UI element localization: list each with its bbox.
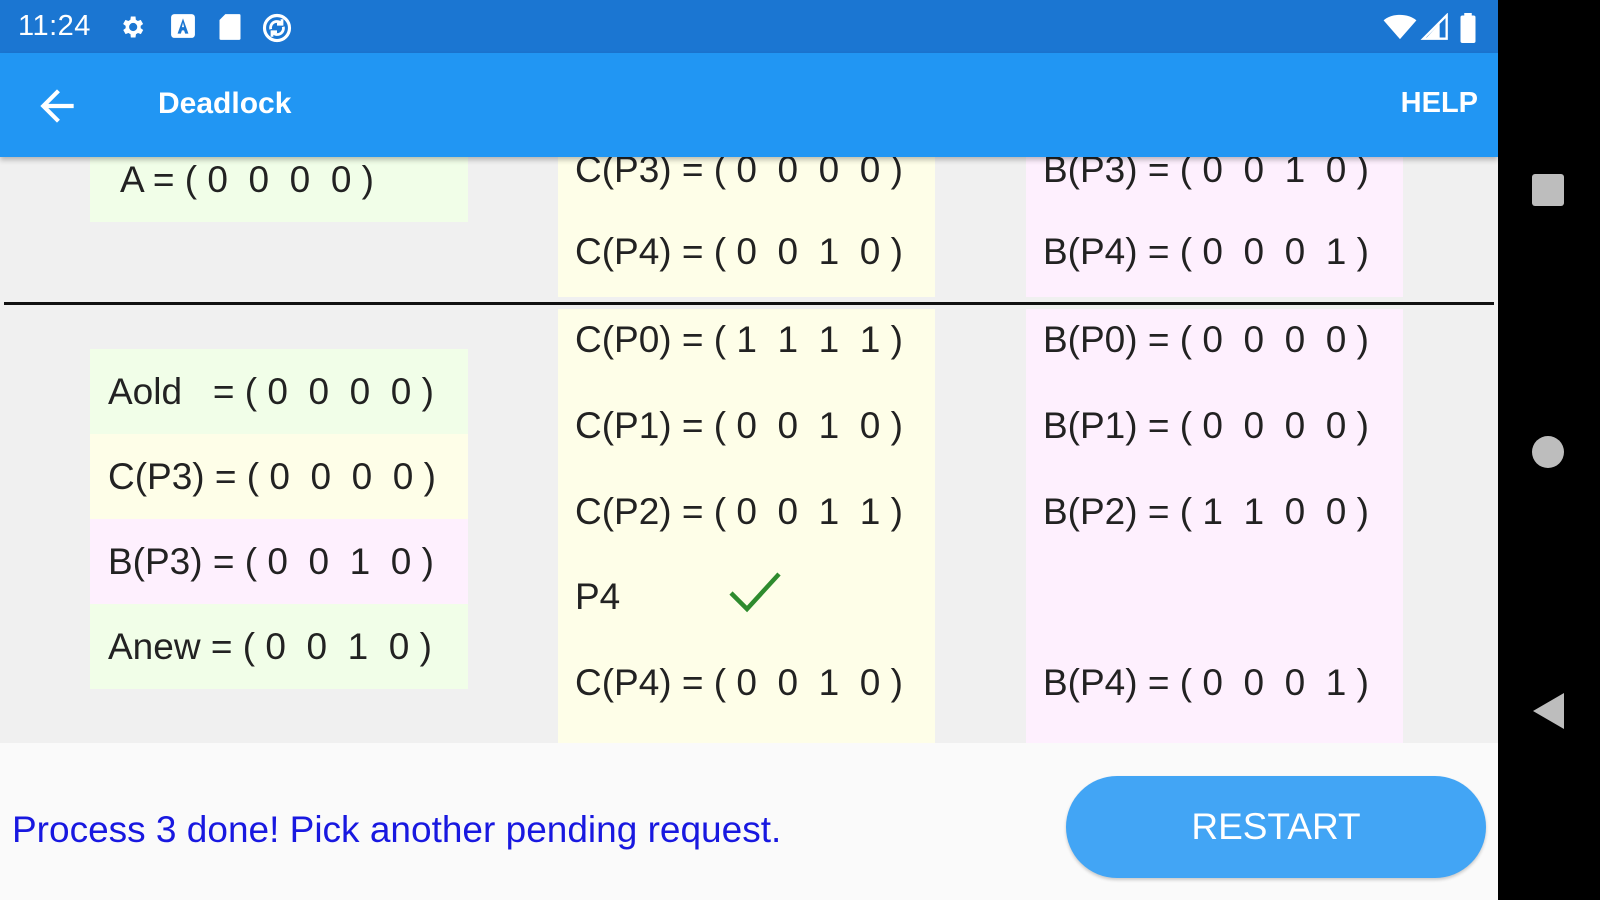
checkmark-icon [729,572,781,613]
available-vector: A = ( 0 0 0 0 ) [120,159,374,200]
status-bar: 11:24 [0,0,1498,53]
anew-vector: Anew = ( 0 0 1 0 ) [108,626,432,667]
battery-icon [1460,13,1476,43]
current-alloc-row[interactable]: C(P0) = ( 1 1 1 1 ) [575,321,903,358]
b-p3-vector: B(P3) = ( 0 0 1 0 ) [108,541,434,582]
restart-button[interactable]: RESTART [1066,776,1486,878]
app-screen: 11:24 Deadlock HELP A = (0 0 0 0) C(P3… [0,0,1498,900]
finished-process-label: P4 [575,576,621,617]
wifi-icon [1383,14,1417,40]
current-alloc-row[interactable]: C(P2) = ( 0 0 1 1 ) [575,493,903,530]
c-p3-vector: C(P3) = ( 0 0 0 0 ) [108,456,436,497]
current-alloc-row: C(P4) = ( 0 0 1 0 ) [575,662,903,703]
request-row[interactable]: B(P0) = ( 0 0 0 0 ) [1043,321,1369,358]
scroll-content[interactable]: A = ( 0 0 0 0 ) C(P3) = ( 0 0 0 0 ) C(P4… [0,157,1498,743]
system-nav-bar [1498,0,1600,900]
sd-card-icon [219,14,241,40]
section-divider [4,302,1494,305]
request-row[interactable]: B(P1) = ( 0 0 0 0 ) [1043,407,1369,444]
bottom-panel: Process 3 done! Pick another pending req… [0,743,1498,900]
app-bar: Deadlock HELP [0,53,1498,157]
request-row: B(P4) = ( 0 0 0 1 ) [1043,662,1369,703]
app-title: Deadlock [158,87,292,120]
recents-square-icon[interactable] [1530,172,1566,208]
current-alloc-row: C(P4) = ( 0 0 1 0 ) [575,231,903,272]
request-row: B(P3) = ( 0 0 1 0 ) [1043,157,1369,190]
a-icon [171,14,195,38]
arrow-left-icon[interactable] [32,81,82,131]
signal-icon [1420,13,1448,40]
help-button[interactable]: HELP [1401,87,1478,120]
status-time: 11:24 [18,10,91,42]
sync-icon [262,13,292,43]
status-message: Process 3 done! Pick another pending req… [12,809,782,850]
aold-vector: Aold = ( 0 0 0 0 ) [108,371,434,412]
request-row[interactable]: B(P2) = ( 1 1 0 0 ) [1043,493,1369,530]
back-triangle-icon[interactable] [1530,691,1568,731]
current-alloc-row[interactable]: C(P1) = ( 0 0 1 0 ) [575,407,903,444]
request-row: B(P4) = ( 0 0 0 1 ) [1043,231,1369,272]
gear-icon [123,16,144,38]
home-circle-icon[interactable] [1529,433,1567,471]
current-alloc-row: C(P3) = ( 0 0 0 0 ) [575,157,903,190]
